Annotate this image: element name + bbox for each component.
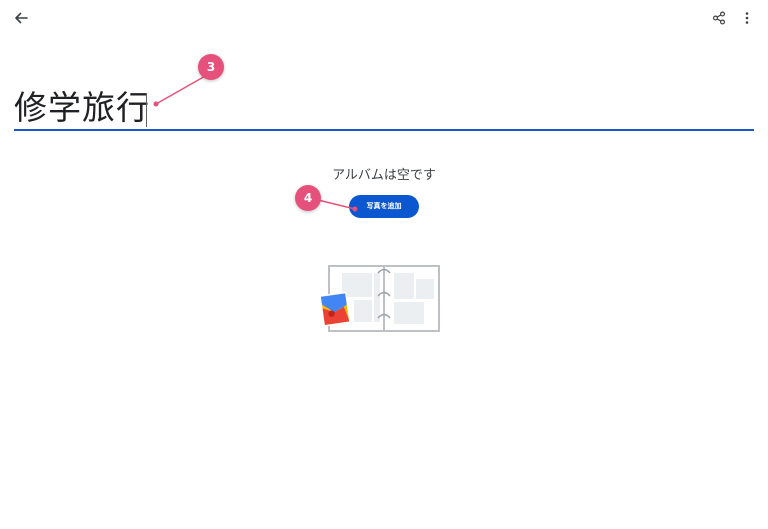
share-icon — [713, 11, 726, 25]
title-underline — [14, 129, 754, 131]
album-editor-screen: 修学旅行 アルバムは空です 写真を追加 3 4 — [0, 0, 768, 529]
album-title-input[interactable]: 修学旅行 — [14, 86, 150, 130]
callout-badge-3: 3 — [198, 54, 224, 80]
add-photos-button[interactable]: 写真を追加 — [349, 195, 419, 218]
text-caret — [146, 93, 147, 127]
more-options-button[interactable] — [735, 6, 759, 30]
empty-album-message: アルバムは空です — [332, 168, 436, 183]
arrow-back-icon — [15, 12, 28, 24]
callout-badge-4: 4 — [295, 185, 321, 211]
more-vert-icon — [745, 12, 749, 24]
share-button[interactable] — [707, 6, 731, 30]
back-button[interactable] — [9, 6, 33, 30]
empty-album-illustration — [319, 265, 440, 332]
